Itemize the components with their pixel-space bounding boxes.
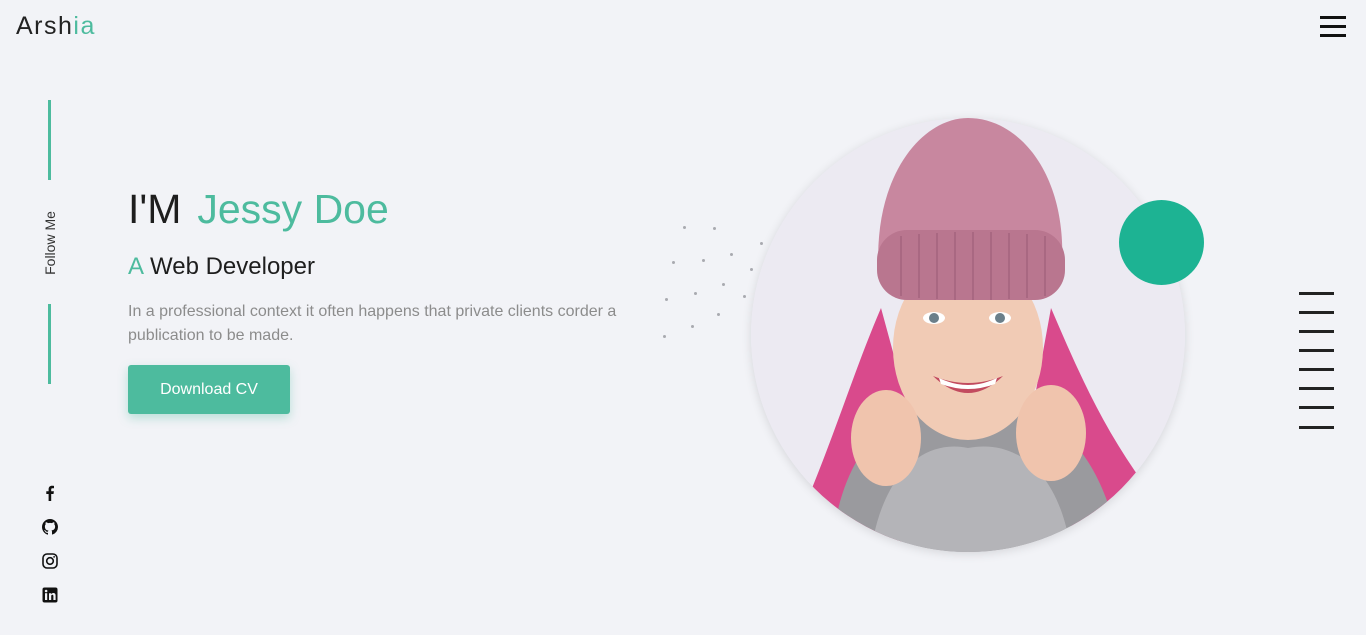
- decor-dot: [663, 335, 666, 338]
- decorative-circle: [1119, 200, 1204, 285]
- hero-title: I'M Jessy Doe: [128, 186, 389, 233]
- linkedin-icon[interactable]: [42, 587, 58, 603]
- decor-dot: [713, 227, 716, 230]
- rail-divider-bottom: [48, 304, 51, 384]
- decor-dot: [743, 295, 746, 298]
- decor-dot: [730, 253, 733, 256]
- hamburger-menu-icon[interactable]: [1320, 16, 1346, 38]
- download-cv-button[interactable]: Download CV: [128, 365, 290, 414]
- hero-intro: I'M: [128, 186, 182, 232]
- hero-subtitle: A Web Developer: [128, 253, 315, 281]
- decor-dot: [760, 242, 763, 245]
- decor-dot: [672, 261, 675, 264]
- logo-main: Arsh: [16, 12, 74, 40]
- decor-dot: [717, 313, 720, 316]
- follow-me-label: Follow Me: [42, 211, 58, 275]
- hero-name: Jessy Doe: [197, 186, 389, 232]
- portrait-illustration: [751, 118, 1185, 552]
- portrait-photo: [751, 118, 1185, 552]
- site-logo[interactable]: Arshia: [16, 12, 96, 41]
- slider-nav-bars[interactable]: [1299, 292, 1334, 432]
- hero-description: In a professional context it often happe…: [128, 303, 617, 344]
- github-icon[interactable]: [42, 519, 58, 535]
- logo-accent: ia: [73, 12, 96, 40]
- rail-divider-top: [48, 100, 51, 180]
- role-text: Web Developer: [150, 253, 315, 280]
- decor-dot: [750, 268, 753, 271]
- decor-dot: [683, 226, 686, 229]
- decor-dot: [665, 298, 668, 301]
- facebook-icon[interactable]: [42, 485, 58, 501]
- decor-dot: [691, 325, 694, 328]
- decor-dot: [702, 259, 705, 262]
- page: Arshia Follow Me I'M Jessy Doe A Web Devel…: [0, 0, 1366, 635]
- decor-dot: [694, 292, 697, 295]
- decor-dot: [722, 283, 725, 286]
- role-prefix: A: [128, 253, 145, 280]
- instagram-icon[interactable]: [42, 553, 58, 569]
